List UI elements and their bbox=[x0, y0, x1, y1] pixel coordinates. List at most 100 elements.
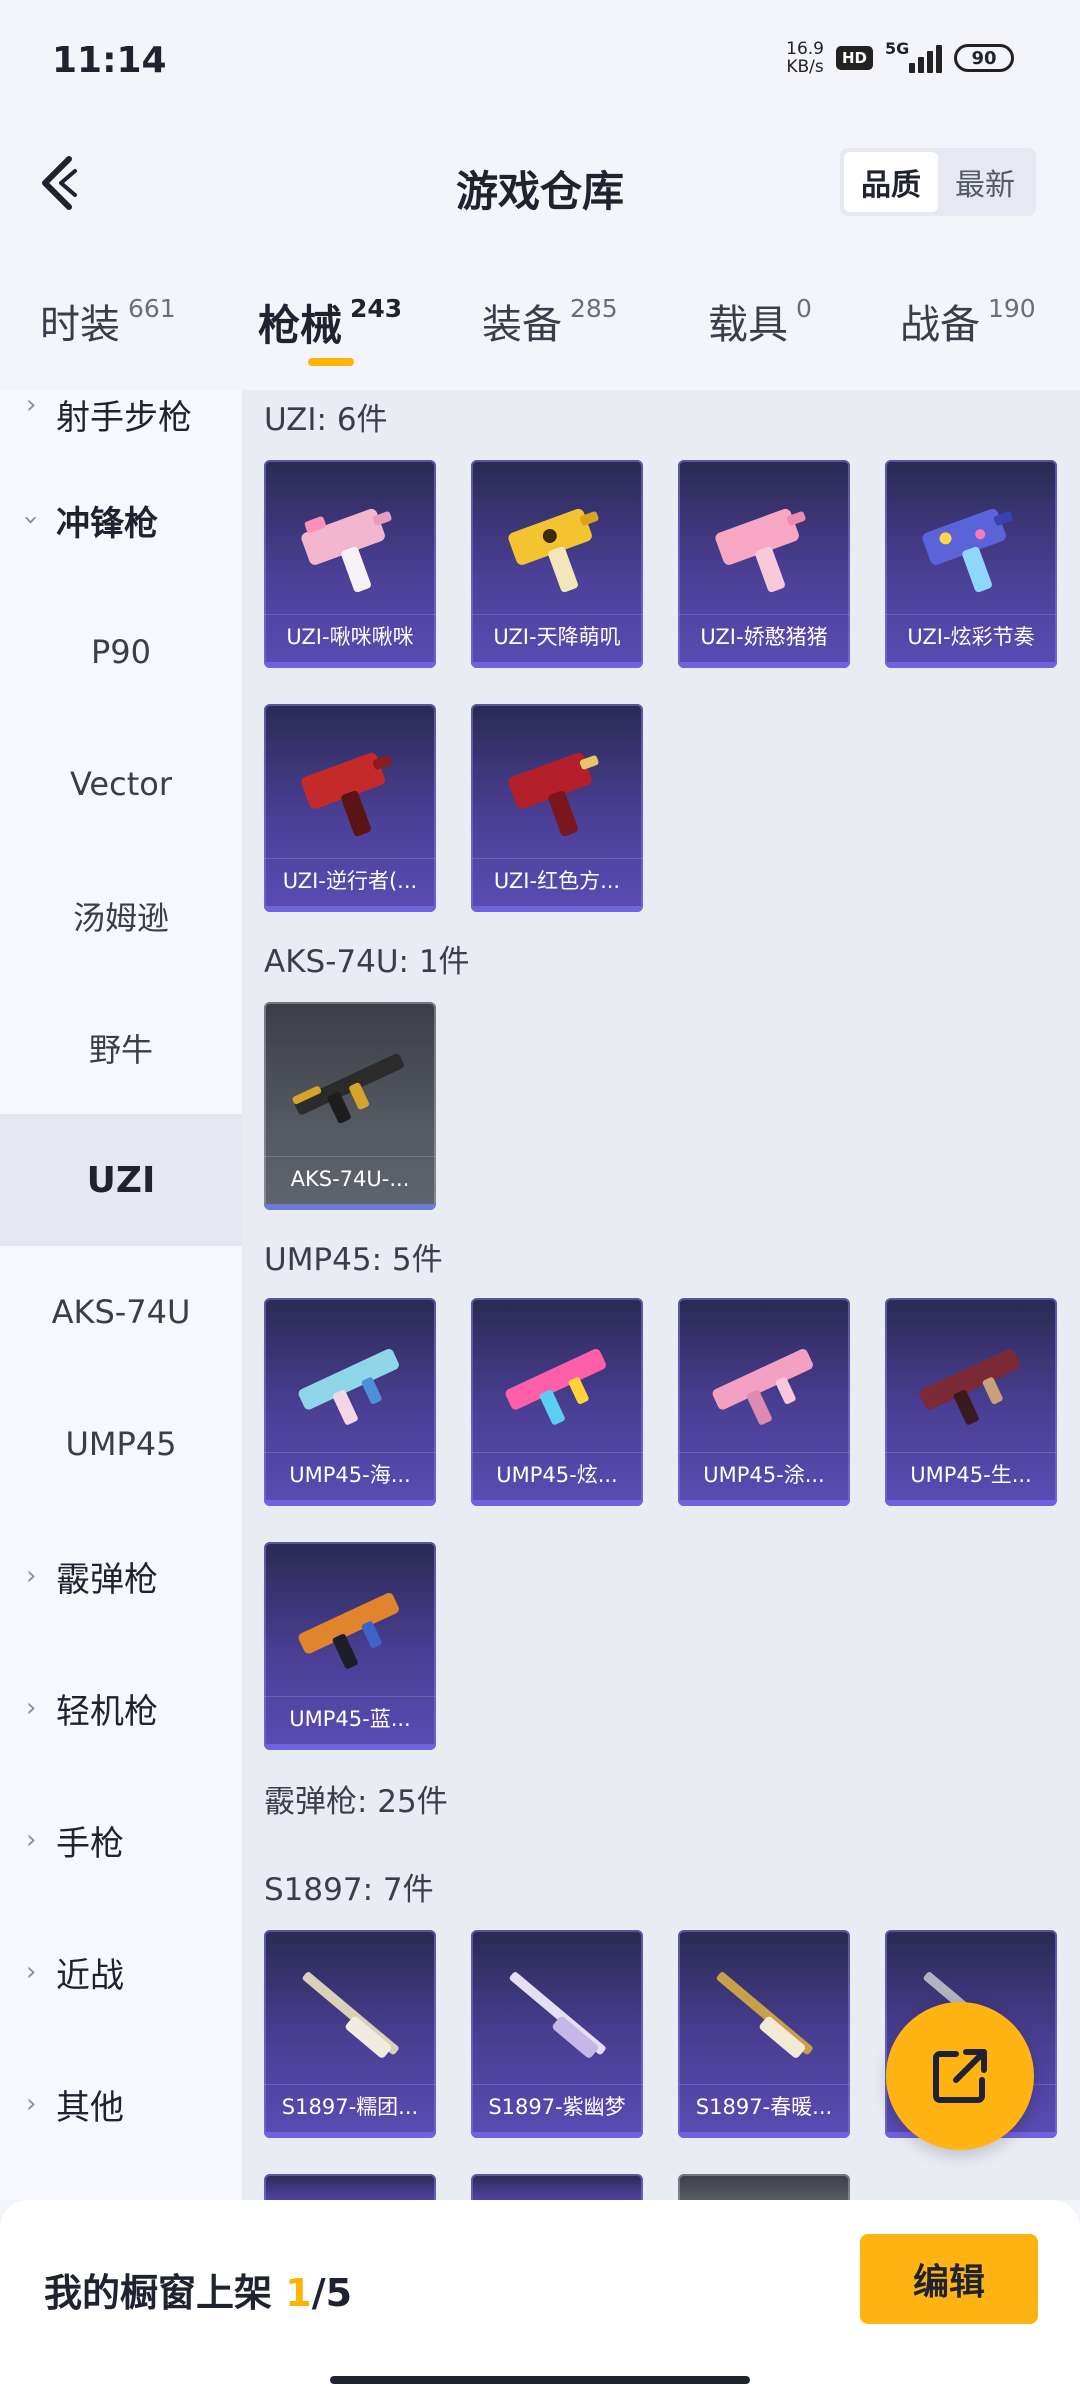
tab-label: 装备 bbox=[482, 302, 562, 348]
tab-count: 661 bbox=[128, 294, 176, 323]
weapon-card[interactable] bbox=[678, 2174, 850, 2200]
weapon-card[interactable]: UZI-逆行者(... bbox=[264, 704, 436, 912]
group-title-ump45: UMP45: 5件 bbox=[264, 1242, 443, 1278]
tab-count: 0 bbox=[796, 294, 812, 323]
tab-firearms[interactable]: 枪械 243 bbox=[258, 292, 402, 353]
sidebar-item-p90[interactable]: P90 bbox=[0, 586, 242, 718]
weapon-card[interactable]: UZI-炫彩节奏 bbox=[885, 460, 1057, 668]
s1897-skin-icon bbox=[509, 1972, 606, 2058]
sidebar-item-shotgun[interactable]: › 霰弹枪 bbox=[0, 1510, 242, 1642]
ump45-skin-icon bbox=[505, 1348, 606, 1425]
tab-label: 时装 bbox=[40, 302, 120, 348]
sidebar-item-label: 近战 bbox=[56, 1955, 124, 1996]
ump45-skin-icon bbox=[712, 1348, 813, 1425]
weapon-card-name: UZI-天降萌叽 bbox=[471, 614, 643, 658]
weapon-card[interactable] bbox=[264, 2174, 436, 2200]
weapon-card-name: UZI-啾咪啾咪 bbox=[264, 614, 436, 658]
signal-icon: 5G bbox=[885, 39, 942, 73]
tab-label: 枪械 bbox=[258, 301, 343, 350]
s1897-skin-icon bbox=[302, 1972, 399, 2058]
tab-equipment[interactable]: 装备 285 bbox=[482, 292, 618, 350]
network-speed: 16.9 KB/s bbox=[786, 40, 824, 76]
sort-quality-button[interactable]: 品质 bbox=[844, 152, 938, 212]
tab-count: 190 bbox=[988, 294, 1036, 323]
sidebar-item-label: 霰弹枪 bbox=[56, 1559, 158, 1600]
sidebar-item-aks74u[interactable]: AKS-74U bbox=[0, 1246, 242, 1378]
weapon-card[interactable]: UMP45-蓝... bbox=[264, 1542, 436, 1750]
sidebar-item-pistol[interactable]: › 手枪 bbox=[0, 1774, 242, 1906]
weapon-card-name: UMP45-生... bbox=[885, 1452, 1057, 1496]
sidebar-item-other[interactable]: › 其他 bbox=[0, 2038, 242, 2170]
chevron-right-icon: › bbox=[26, 1957, 37, 1987]
battery-icon: 90 bbox=[954, 44, 1014, 72]
sidebar-item-label: 轻机枪 bbox=[56, 1691, 158, 1732]
tab-war-supplies[interactable]: 战备 190 bbox=[900, 292, 1036, 350]
sidebar-item-ump45[interactable]: UMP45 bbox=[0, 1378, 242, 1510]
sidebar-item-smg[interactable]: › 冲锋枪 bbox=[0, 454, 242, 586]
share-floating-button[interactable] bbox=[886, 2002, 1034, 2150]
sidebar-item-uzi[interactable]: UZI bbox=[0, 1114, 242, 1246]
hd-icon: HD bbox=[835, 46, 873, 70]
network-speed-value: 16.9 bbox=[786, 39, 824, 59]
weapon-card[interactable]: UMP45-涂... bbox=[678, 1298, 850, 1506]
tab-label: 战备 bbox=[900, 302, 980, 348]
weapon-card[interactable]: UMP45-生... bbox=[885, 1298, 1057, 1506]
showcase-shelf-current: 1 bbox=[285, 2271, 312, 2315]
sort-latest-button[interactable]: 最新 bbox=[938, 152, 1032, 212]
weapon-card[interactable]: UZI-啾咪啾咪 bbox=[264, 460, 436, 668]
weapon-card-name: UMP45-炫... bbox=[471, 1452, 643, 1496]
weapon-card[interactable]: UZI-娇憨猪猪 bbox=[678, 460, 850, 668]
edit-button[interactable]: 编辑 bbox=[860, 2234, 1038, 2324]
weapon-card-name: UZI-炫彩节奏 bbox=[885, 614, 1057, 658]
weapon-card-name: UZI-红色方... bbox=[471, 858, 643, 902]
weapon-card-name: S1897-糯团... bbox=[264, 2084, 436, 2128]
uzi-skin-icon bbox=[508, 508, 599, 593]
sidebar-item-bizon[interactable]: 野牛 bbox=[0, 982, 242, 1114]
weapon-card[interactable]: S1897-春暖... bbox=[678, 1930, 850, 2138]
weapon-card[interactable]: UMP45-炫... bbox=[471, 1298, 643, 1506]
sidebar-item-marksman-rifle[interactable]: › 射手步枪 bbox=[0, 390, 242, 454]
chevron-down-icon: › bbox=[16, 514, 47, 526]
network-speed-unit: KB/s bbox=[786, 57, 824, 77]
s1897-skin-icon bbox=[716, 1972, 813, 2058]
tab-fashion[interactable]: 时装 661 bbox=[40, 292, 176, 350]
ump45-skin-icon bbox=[919, 1348, 1020, 1425]
sidebar-item-melee[interactable]: › 近战 bbox=[0, 1906, 242, 2038]
sort-toggle: 品质 最新 bbox=[840, 148, 1036, 216]
group-title-uzi: UZI: 6件 bbox=[264, 402, 388, 438]
tab-count: 285 bbox=[570, 294, 618, 323]
group-title-s1897: S1897: 7件 bbox=[264, 1872, 434, 1908]
sidebar-item-label: 汤姆逊 bbox=[72, 899, 169, 937]
active-tab-indicator bbox=[308, 358, 354, 366]
showcase-shelf-label: 我的橱窗上架 bbox=[44, 2271, 286, 2315]
weapon-card[interactable]: S1897-紫幽梦 bbox=[471, 1930, 643, 2138]
weapon-card[interactable]: AKS-74U-... bbox=[264, 1002, 436, 1210]
sidebar-item-vector[interactable]: Vector bbox=[0, 718, 242, 850]
weapon-card-name: S1897-春暖... bbox=[678, 2084, 850, 2128]
uzi-skin-icon bbox=[922, 508, 1013, 593]
status-icons: 16.9 KB/s HD 5G 90 bbox=[786, 39, 1014, 76]
sidebar-item-label: 野牛 bbox=[88, 1031, 153, 1069]
weapon-card[interactable]: UMP45-海... bbox=[264, 1298, 436, 1506]
weapon-card[interactable] bbox=[471, 2174, 643, 2200]
tab-label: 载具 bbox=[708, 302, 788, 348]
sidebar-item-lmg[interactable]: › 轻机枪 bbox=[0, 1642, 242, 1774]
tab-vehicles[interactable]: 载具 0 bbox=[708, 292, 812, 350]
sidebar-item-thompson[interactable]: 汤姆逊 bbox=[0, 850, 242, 982]
showcase-shelf-status: 我的橱窗上架 1/5 bbox=[44, 2262, 352, 2317]
weapon-card-name: UZI-娇憨猪猪 bbox=[678, 614, 850, 658]
sidebar-item-label: AKS-74U bbox=[51, 1293, 191, 1331]
weapon-card[interactable]: UZI-红色方... bbox=[471, 704, 643, 912]
sidebar-item-label: Vector bbox=[70, 765, 172, 803]
chevron-right-icon: › bbox=[26, 2089, 37, 2119]
weapon-card[interactable]: UZI-天降萌叽 bbox=[471, 460, 643, 668]
header: 游戏仓库 品质 最新 bbox=[0, 130, 1080, 240]
weapon-card-name: AKS-74U-... bbox=[264, 1156, 436, 1200]
chevron-right-icon: › bbox=[26, 1693, 37, 1723]
weapon-category-sidebar: › 射手步枪 › 冲锋枪 P90 Vector 汤姆逊 野牛 UZI AKS-7… bbox=[0, 390, 242, 2200]
weapon-card-name: UZI-逆行者(... bbox=[264, 858, 436, 902]
uzi-skin-icon bbox=[301, 752, 392, 837]
weapon-card[interactable]: S1897-糯团... bbox=[264, 1930, 436, 2138]
home-indicator[interactable] bbox=[330, 2376, 750, 2384]
uzi-skin-icon bbox=[301, 508, 392, 593]
